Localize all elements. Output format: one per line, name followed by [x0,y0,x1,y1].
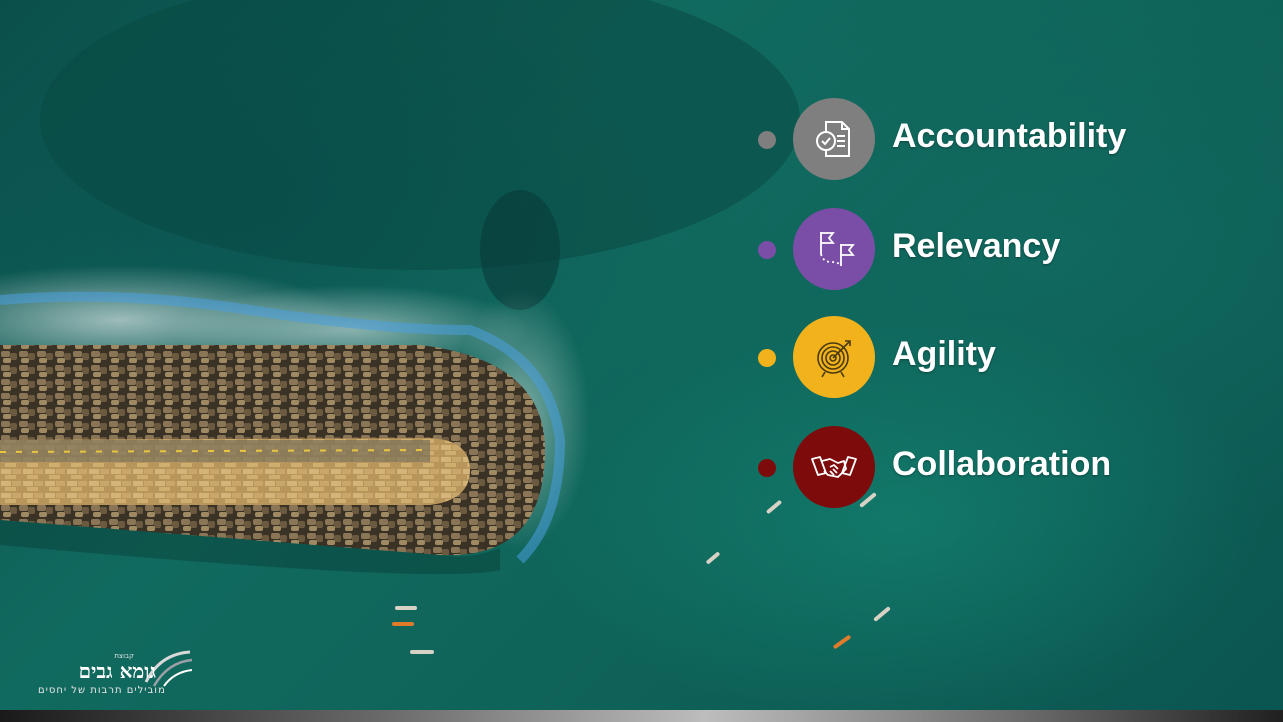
flags-route-icon [793,208,875,290]
slide: Accountability Relevancy Agility Collabo… [0,0,1283,722]
bullet-dot [758,131,776,149]
value-item-accountability: Accountability [758,98,1238,180]
bullet-dot [758,349,776,367]
value-item-relevancy: Relevancy [758,208,1238,290]
value-item-collaboration: Collaboration [758,426,1238,508]
logo-name: גומא גבים [78,659,156,683]
value-label: Agility [892,335,996,373]
value-label: Relevancy [892,227,1061,265]
value-item-agility: Agility [758,316,1238,398]
logo-tagline: מובילים תרבות של יחסים [38,685,166,696]
bottom-bar [0,710,1283,722]
value-label: Accountability [892,117,1127,155]
checklist-document-icon [793,98,875,180]
target-arrow-icon [793,316,875,398]
bullet-dot [758,459,776,477]
handshake-icon [793,426,875,508]
value-label: Collaboration [892,445,1112,483]
bullet-dot [758,241,776,259]
company-logo: קבוצת גומא גבים מובילים תרבות של יחסים [34,648,194,700]
